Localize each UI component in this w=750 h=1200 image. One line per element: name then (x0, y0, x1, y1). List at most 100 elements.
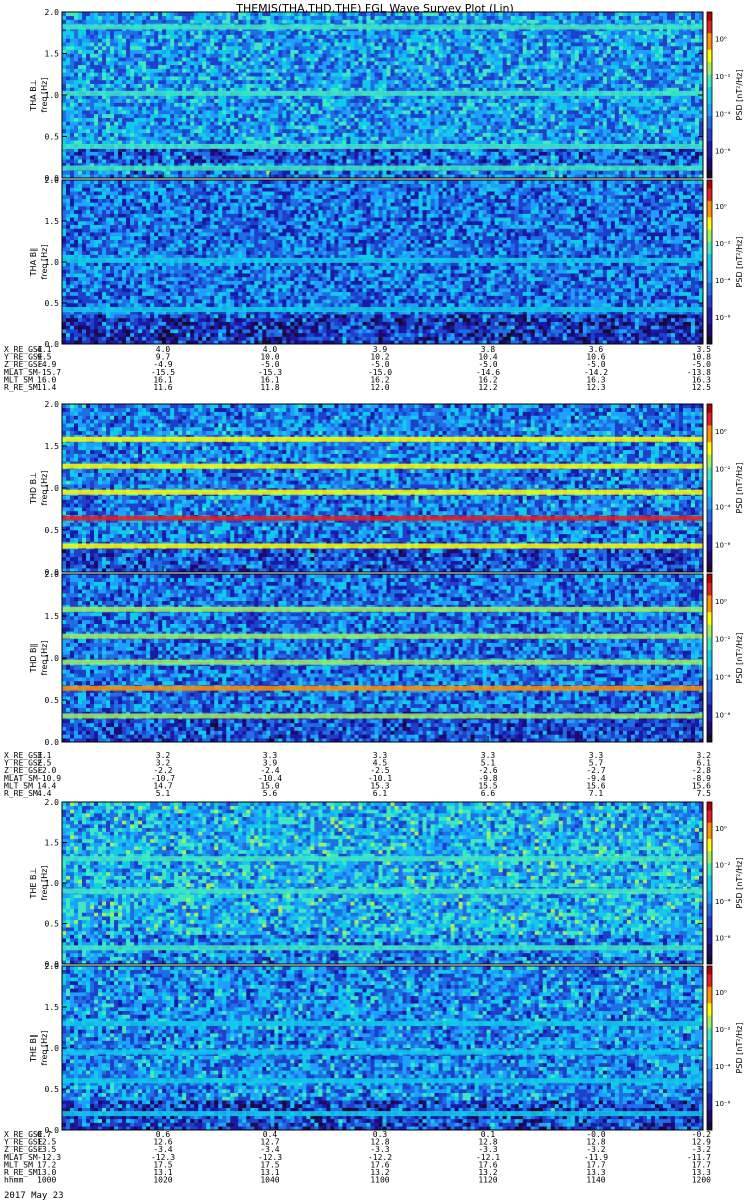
heatmap-cell (470, 159, 475, 164)
heatmap-cell (282, 155, 287, 160)
heatmap-cell (386, 140, 391, 145)
heatmap-cell (178, 49, 183, 54)
heatmap-cell (362, 72, 367, 77)
heatmap-cell (462, 68, 467, 73)
heatmap-cell (270, 132, 275, 137)
heatmap-cell (86, 15, 91, 20)
heatmap-cell (330, 83, 335, 88)
heatmap-cell (258, 12, 263, 17)
heatmap-cell (158, 12, 163, 17)
heatmap-cell (78, 42, 83, 47)
heatmap-cell (490, 49, 495, 54)
heatmap-cell (178, 38, 183, 43)
heatmap-cell (294, 49, 299, 54)
heatmap-cell (286, 117, 291, 122)
heatmap-cell (102, 38, 107, 43)
heatmap-cell (242, 68, 247, 73)
heatmap-cell (186, 170, 191, 175)
heatmap-cell (66, 30, 71, 35)
heatmap-cell (366, 125, 371, 130)
heatmap-cell (394, 79, 399, 84)
heatmap-cell (354, 45, 359, 51)
heatmap-cell (198, 79, 203, 84)
heatmap-cell (370, 83, 375, 88)
heatmap-cell (266, 117, 271, 122)
heatmap-cell (486, 140, 491, 145)
heatmap-cell (410, 98, 415, 103)
heatmap-cell (418, 42, 423, 47)
heatmap-cell (258, 42, 263, 47)
heatmap-cell (450, 42, 455, 47)
heatmap-cell (218, 121, 223, 126)
heatmap-cell (134, 38, 139, 43)
heatmap-cell (122, 128, 127, 134)
heatmap-cell (354, 53, 359, 58)
heatmap-cell (122, 68, 127, 73)
heatmap-cell (394, 151, 399, 156)
heatmap-cell (458, 12, 463, 17)
heatmap-cell (82, 121, 87, 126)
heatmap-cell (262, 113, 267, 118)
heatmap-cell (410, 125, 415, 130)
heatmap-cell (470, 64, 475, 69)
heatmap-cell (98, 79, 103, 84)
heatmap-cell (286, 57, 291, 62)
heatmap-cell (314, 42, 319, 47)
heatmap-cell (402, 106, 407, 111)
heatmap-cell (110, 19, 115, 24)
heatmap-cell (386, 159, 391, 164)
heatmap-cell (474, 15, 479, 20)
heatmap-cell (258, 83, 263, 88)
heatmap-cell (486, 106, 491, 111)
heatmap-cell (398, 12, 403, 17)
heatmap-cell (382, 45, 387, 51)
heatmap-cell (494, 155, 499, 160)
heatmap-cell (178, 19, 183, 24)
heatmap-cell (322, 76, 327, 81)
heatmap-cell (310, 42, 315, 47)
heatmap-cell (358, 57, 363, 62)
heatmap-cell (270, 98, 275, 103)
heatmap-cell (434, 53, 439, 58)
heatmap-cell (274, 79, 279, 84)
heatmap-cell (386, 121, 391, 126)
heatmap-cell (462, 121, 467, 126)
heatmap-cell (226, 61, 231, 66)
heatmap-cell (150, 15, 155, 20)
heatmap-cell (458, 117, 463, 122)
heatmap-cell (394, 64, 399, 69)
heatmap-cell (342, 140, 347, 145)
heatmap-cell (322, 38, 327, 43)
heatmap-cell (286, 170, 291, 175)
heatmap-cell (458, 83, 463, 88)
heatmap-cell (174, 64, 179, 69)
heatmap-cell (142, 12, 147, 17)
heatmap-cell (306, 170, 311, 175)
heatmap-cell (206, 68, 211, 73)
heatmap-cell (322, 72, 327, 77)
heatmap-cell (322, 155, 327, 160)
heatmap-cell (282, 64, 287, 69)
heatmap-cell (138, 53, 143, 58)
heatmap-cell (414, 49, 419, 54)
heatmap-cell (502, 121, 507, 126)
heatmap-cell (166, 136, 171, 141)
heatmap-cell (178, 110, 183, 115)
heatmap-cell (502, 113, 507, 118)
heatmap-cell (486, 42, 491, 47)
heatmap-cell (290, 61, 295, 66)
heatmap-cell (426, 38, 431, 43)
heatmap-cell (82, 76, 87, 81)
heatmap-cell (314, 159, 319, 164)
heatmap-cell (62, 125, 67, 130)
heatmap-cell (406, 136, 411, 141)
heatmap-cell (366, 42, 371, 47)
heatmap-cell (266, 128, 271, 134)
heatmap-cell (482, 72, 487, 77)
heatmap-cell (222, 151, 227, 156)
heatmap-cell (494, 12, 499, 17)
heatmap-cell (446, 113, 451, 118)
heatmap-cell (482, 128, 487, 134)
heatmap-cell (206, 15, 211, 20)
heatmap-cell (254, 121, 259, 126)
